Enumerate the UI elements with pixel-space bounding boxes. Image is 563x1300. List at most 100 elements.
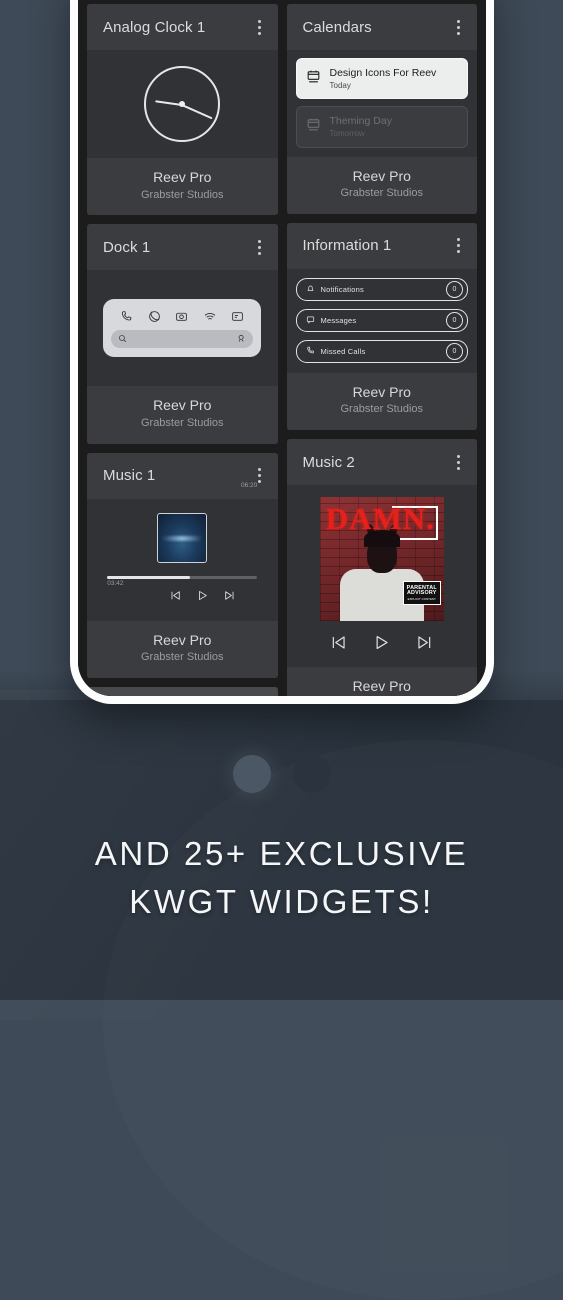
widget-column-left: Analog Clock 1 Reev Pro Grabster Studios	[87, 0, 278, 696]
clock-center-pin	[179, 101, 186, 107]
widget-footer: Reev Pro Grabster Studios	[286, 156, 477, 214]
widget-title: Dock 1	[103, 238, 151, 256]
widget-header: Dock 1	[87, 224, 278, 271]
info-row-count: 0	[446, 342, 463, 360]
info-row-left: Missed Calls	[306, 342, 366, 360]
widget-grid: Analog Clock 1 Reev Pro Grabster Studios	[78, 0, 486, 696]
wifi-icon	[203, 310, 217, 323]
track-time-row: 03:42	[107, 579, 257, 591]
dock-bar	[103, 299, 262, 358]
album-art-figure	[339, 530, 425, 622]
widget-card-calendars[interactable]: Calendars Design Icons For Reev Today Th…	[286, 4, 477, 214]
bell-icon	[306, 280, 315, 298]
play-icon[interactable]	[372, 633, 391, 657]
info-row-missed-calls[interactable]: Missed Calls 0	[295, 339, 468, 363]
widget-card-information-1[interactable]: Information 1 Notifications 0 Messages 0…	[286, 222, 477, 431]
promo-line-1: AND 25+ EXCLUSIVE	[94, 835, 469, 872]
widget-title: Calendars	[302, 18, 372, 36]
parental-advisory-label: PARENTAL ADVISORY EXPLICIT CONTENT	[402, 581, 441, 606]
previous-track-icon[interactable]	[169, 589, 182, 607]
calendar-event-item[interactable]: Design Icons For Reev Today	[295, 58, 468, 100]
calendar-icon	[306, 69, 321, 89]
widget-author: Reev Pro	[153, 169, 212, 185]
widget-header: Music 4	[87, 687, 278, 696]
widget-title: Analog Clock 1	[103, 18, 206, 36]
promo-headline: AND 25+ EXCLUSIVE KWGT WIDGETS!	[0, 830, 563, 926]
album-title: DAMN.	[325, 501, 435, 537]
calendar-event-text: Theming Day Tomorrow	[330, 115, 392, 138]
widget-footer: Reev Pro Grabster Studios	[87, 620, 278, 679]
widget-author: Reev Pro	[352, 678, 411, 695]
info-row-messages[interactable]: Messages 0	[295, 308, 468, 332]
next-track-icon[interactable]	[415, 633, 434, 657]
analog-clock-face	[144, 66, 221, 142]
widget-title: Information 1	[302, 237, 392, 255]
widget-author: Reev Pro	[352, 167, 411, 184]
search-icon	[118, 330, 127, 348]
kebab-menu-icon[interactable]	[454, 16, 463, 39]
widget-card-dock-1[interactable]: Dock 1 Reev Pro Grabster Studios	[87, 224, 278, 444]
widget-title: Music 1	[103, 467, 156, 485]
music-controls	[107, 589, 257, 607]
track-duration: 06:20	[240, 481, 258, 489]
phone-mockup: Analog Clock 1 Reev Pro Grabster Studios	[70, 0, 494, 704]
promo-line-2: KWGT WIDGETS!	[129, 882, 434, 920]
widget-footer: Reev Pro Grabster Studios	[87, 158, 278, 216]
widget-card-music-2[interactable]: Music 2 DAMN. PARENTAL ADVISORY EXPLICIT…	[286, 439, 477, 696]
dock-icon-row	[111, 308, 253, 330]
widget-studio: Grabster Studios	[340, 187, 424, 199]
camera-icon	[175, 310, 188, 323]
messages-icon	[231, 310, 244, 323]
widget-studio: Grabster Studios	[340, 403, 424, 416]
info-row-left: Messages	[306, 311, 357, 329]
info-row-notifications[interactable]: Notifications 0	[295, 277, 468, 301]
kebab-menu-icon[interactable]	[255, 16, 264, 39]
kebab-menu-icon[interactable]	[454, 234, 463, 257]
info-row-label: Messages	[320, 315, 357, 325]
widget-preview-music-2: DAMN. PARENTAL ADVISORY EXPLICIT CONTENT	[286, 485, 477, 668]
calendar-event-title: Design Icons For Reev	[329, 67, 437, 79]
next-track-icon[interactable]	[223, 589, 236, 607]
widget-footer: Reev Pro Grabster Studios	[87, 386, 278, 444]
widget-footer: Reev Pro Grabster Studios	[286, 372, 477, 431]
kebab-menu-icon[interactable]	[255, 236, 264, 259]
pagination-dot-inactive[interactable]	[292, 755, 331, 793]
widget-card-music-4[interactable]: Music 4	[87, 687, 278, 696]
widget-author: Reev Pro	[153, 397, 212, 414]
widget-footer: Reev Pro Grabster Studios	[286, 667, 477, 696]
widget-header: Music 2	[286, 439, 477, 486]
widget-studio: Grabster Studios	[140, 651, 224, 664]
widget-studio: Grabster Studios	[140, 416, 224, 429]
widget-column-right: Calendars Design Icons For Reev Today Th…	[286, 0, 477, 696]
calendar-event-item[interactable]: Theming Day Tomorrow	[295, 106, 468, 148]
info-row-left: Notifications	[306, 280, 364, 298]
kebab-menu-icon[interactable]	[454, 451, 463, 474]
widget-header: Information 1	[286, 222, 477, 269]
phone-icon	[120, 310, 133, 323]
music-controls	[329, 633, 434, 657]
dock-search-bar[interactable]	[111, 330, 254, 349]
calendar-event-when: Tomorrow	[329, 129, 365, 139]
widget-studio: Grabster Studios	[140, 188, 224, 201]
play-icon[interactable]	[196, 589, 209, 607]
widget-title: Music 2	[302, 453, 355, 471]
clock-minute-hand	[181, 104, 213, 120]
info-row-label: Missed Calls	[320, 346, 366, 356]
widget-card-music-1[interactable]: Music 1 06:20 03:42 Reev Pro Grabster St…	[87, 452, 278, 679]
album-art	[157, 512, 208, 563]
widget-preview-dock	[87, 270, 278, 387]
widget-preview-calendars: Design Icons For Reev Today Theming Day …	[286, 50, 477, 157]
pagination-dot-active[interactable]	[232, 755, 271, 793]
calendar-event-title: Theming Day	[329, 115, 392, 128]
previous-track-icon[interactable]	[329, 633, 348, 657]
info-row-label: Notifications	[320, 284, 364, 294]
widget-preview-clock	[87, 50, 278, 158]
contacts-icon	[148, 310, 161, 323]
widget-author: Reev Pro	[352, 383, 411, 400]
phone-icon	[306, 342, 315, 360]
album-art: DAMN. PARENTAL ADVISORY EXPLICIT CONTENT	[319, 497, 444, 622]
widget-card-analog-clock-1[interactable]: Analog Clock 1 Reev Pro Grabster Studios	[87, 4, 278, 216]
microphone-icon	[237, 330, 246, 348]
widget-header: Music 1	[87, 452, 278, 499]
widget-preview-information: Notifications 0 Messages 0 Missed Calls …	[286, 268, 477, 373]
